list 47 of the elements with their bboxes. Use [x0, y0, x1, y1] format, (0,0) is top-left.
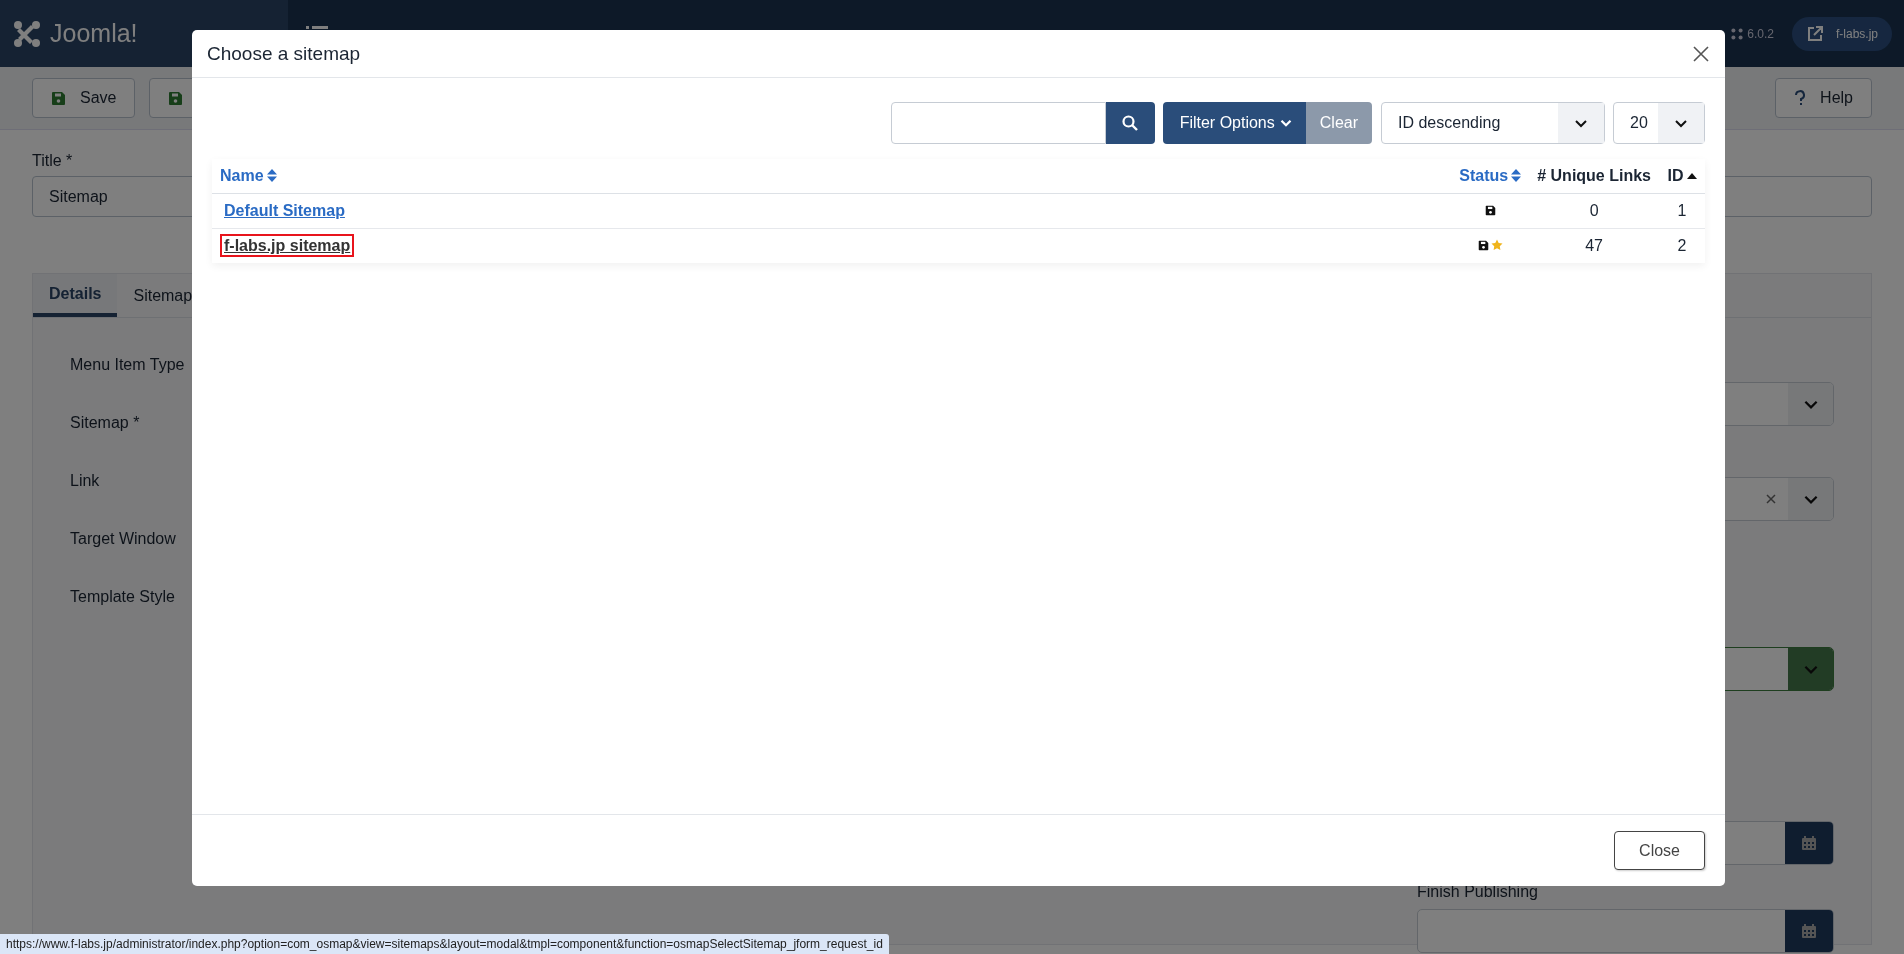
floppy-icon	[1477, 239, 1489, 251]
clear-icon	[1766, 494, 1776, 504]
limit-select[interactable]: 20	[1613, 102, 1705, 144]
field-label: Title *	[32, 152, 74, 170]
calendar-icon	[1801, 923, 1817, 939]
column-header[interactable]: Name	[220, 166, 277, 185]
search-icon	[1122, 115, 1139, 131]
save-button[interactable]: Save	[32, 78, 136, 118]
close-button[interactable]: Close	[1614, 831, 1705, 870]
filter-options-button[interactable]: Filter Options	[1162, 102, 1306, 144]
date-field[interactable]	[1417, 909, 1834, 953]
question-icon	[1794, 90, 1807, 106]
column-header[interactable]: # Unique Links	[1537, 166, 1651, 185]
sitemap-link[interactable]: f-labs.jp sitemap	[220, 233, 355, 257]
help-button[interactable]: Help	[1775, 78, 1872, 118]
search-field[interactable]	[890, 102, 1106, 144]
ordering-select[interactable]: ID descending	[1381, 102, 1605, 144]
status-bar-url: https://www.f-labs.jp/administrator/index.php?option=com_osmap&view=sitemaps&layout=modal&tmpl=component&function=osmapSelectSitemap_jform_request_id	[0, 934, 889, 954]
close-icon	[1693, 45, 1709, 62]
sitemap-link[interactable]: Default Sitemap	[220, 198, 349, 222]
joomla-icon	[1731, 27, 1744, 40]
modal-title: Choose a sitemap	[207, 42, 361, 65]
table-cell: 1	[1677, 201, 1687, 219]
field-label: Template Style	[70, 588, 176, 607]
field-label: Sitemap *	[70, 414, 141, 433]
column-header[interactable]: ID	[1667, 166, 1697, 185]
floppy-icon	[168, 90, 184, 106]
table-cell: 2	[1677, 236, 1687, 254]
caret-icon	[1279, 117, 1292, 129]
table-cell: 47	[1585, 236, 1603, 254]
table-cell: 0	[1589, 201, 1599, 219]
joomla-logo-icon	[12, 18, 42, 49]
site-button[interactable]: f-labs.jp	[1791, 16, 1892, 51]
clear-button[interactable]: Clear	[1305, 102, 1372, 144]
tab[interactable]: Details	[33, 274, 118, 317]
external-link-icon	[1805, 24, 1824, 43]
close-button[interactable]	[1691, 43, 1711, 64]
search-button[interactable]	[1105, 102, 1155, 144]
calendar-icon	[1801, 835, 1817, 851]
field-label: Link	[70, 472, 101, 491]
version-text: 6.0.2	[1747, 26, 1774, 41]
logo-text: Joomla!	[50, 19, 138, 48]
floppy-icon	[51, 90, 66, 106]
tab[interactable]: Sitemap	[117, 274, 209, 317]
field-label: Target Window	[70, 530, 177, 549]
column-header[interactable]: Status	[1459, 166, 1522, 185]
field-label: Menu Item Type	[70, 356, 186, 375]
